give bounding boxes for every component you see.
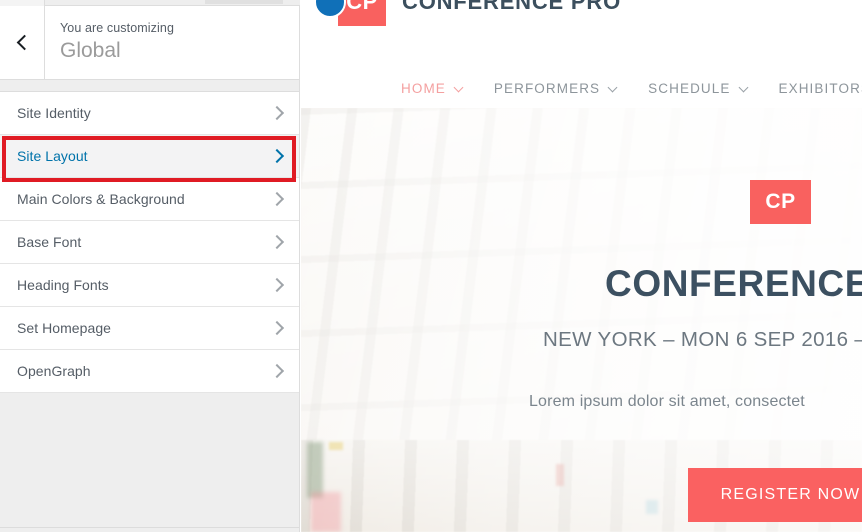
nav-item-schedule[interactable]: SCHEDULE (648, 81, 748, 96)
chevron-down-icon (453, 82, 464, 92)
panel-gap (0, 80, 299, 92)
nav-item-label: EXHIBITORS (778, 81, 862, 96)
sidebar-item-opengraph[interactable]: OpenGraph (0, 350, 299, 393)
hero-subtitle: NEW YORK – MON 6 SEP 2016 – (543, 328, 862, 351)
customizer-section-list: Site Identity Site Layout Main Colors & … (0, 92, 299, 393)
chevron-left-icon (16, 34, 32, 51)
chevron-right-icon (269, 105, 285, 121)
sidebar-item-label: Base Font (17, 234, 82, 250)
sidebar-item-site-layout[interactable]: Site Layout (0, 135, 299, 178)
sidebar-empty-area (0, 393, 299, 532)
hero-badge: CP (750, 180, 811, 224)
top-strip-chip (205, 0, 283, 4)
sidebar-item-base-font[interactable]: Base Font (0, 221, 299, 264)
chevron-right-icon (269, 363, 285, 379)
chevron-right-icon (269, 320, 285, 336)
sidebar-item-heading-fonts[interactable]: Heading Fonts (0, 264, 299, 307)
nav-item-exhibitors[interactable]: EXHIBITORS (779, 81, 862, 96)
nav-item-home[interactable]: HOME (401, 81, 464, 96)
customizing-title: Global (60, 39, 121, 63)
sidebar-item-label: Set Homepage (17, 320, 111, 336)
brand-name: CONFERENCE PRO (402, 0, 621, 14)
nav-item-label: SCHEDULE (648, 81, 731, 96)
chevron-right-icon (269, 191, 285, 207)
chevron-right-icon (269, 234, 285, 250)
sidebar-item-set-homepage[interactable]: Set Homepage (0, 307, 299, 350)
sidebar-bottom-divider (0, 527, 299, 528)
back-button[interactable] (0, 6, 45, 79)
site-preview-pane: CP CONFERENCE PRO HOME PERFORMERS SCHEDU… (301, 0, 862, 532)
customizer-screen: You are customizing Global Site Identity… (0, 0, 862, 532)
chevron-right-icon (269, 277, 285, 293)
site-navigation: HOME PERFORMERS SCHEDULE EXHIBITORS (301, 81, 862, 96)
hero-description: Lorem ipsum dolor sit amet, consectet (529, 393, 805, 410)
sidebar-item-label: OpenGraph (17, 363, 91, 379)
customizer-sidebar: You are customizing Global Site Identity… (0, 6, 300, 532)
chevron-right-icon (269, 148, 285, 164)
nav-item-label: HOME (401, 81, 446, 96)
chevron-down-icon (738, 82, 748, 92)
customizer-title-group: You are customizing Global (45, 6, 299, 79)
hero-section: CP CONFERENCE NEW YORK – MON 6 SEP 2016 … (301, 108, 862, 532)
customizing-subtitle: You are customizing (60, 21, 175, 35)
sidebar-item-label: Site Layout (17, 148, 88, 164)
chevron-down-icon (607, 82, 618, 92)
register-now-button[interactable]: REGISTER NOW (688, 468, 862, 522)
sidebar-item-site-identity[interactable]: Site Identity (0, 92, 299, 135)
sidebar-item-label: Main Colors & Background (17, 191, 185, 207)
sidebar-item-main-colors-background[interactable]: Main Colors & Background (0, 178, 299, 221)
sidebar-item-label: Site Identity (17, 105, 91, 121)
site-header: CP CONFERENCE PRO HOME PERFORMERS SCHEDU… (301, 0, 862, 108)
hero-content: CP CONFERENCE NEW YORK – MON 6 SEP 2016 … (529, 108, 862, 532)
customizer-header: You are customizing Global (0, 6, 299, 80)
site-logo[interactable]: CP CONFERENCE PRO (314, 0, 621, 26)
sidebar-item-label: Heading Fonts (17, 277, 109, 293)
nav-item-label: PERFORMERS (493, 81, 601, 96)
hero-title: CONFERENCE (605, 263, 862, 304)
nav-item-performers[interactable]: PERFORMERS (493, 81, 618, 96)
